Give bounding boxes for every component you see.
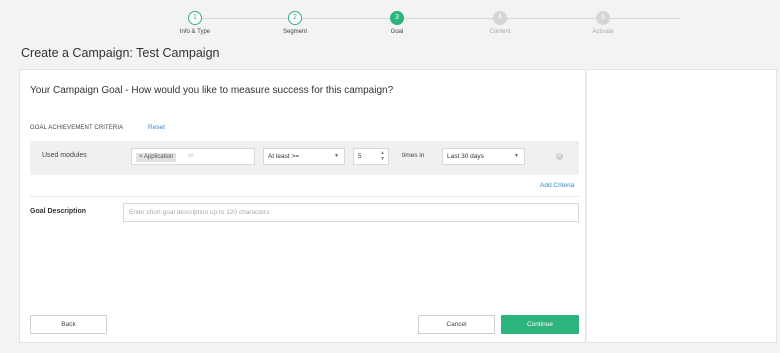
tag-or-text: or: [188, 153, 194, 159]
step-number: 3: [390, 11, 404, 25]
step-label: Goal: [390, 29, 404, 35]
cancel-button[interactable]: Cancel: [418, 315, 495, 334]
period-select[interactable]: Last 30 days ▼: [442, 148, 525, 165]
page-title: Create a Campaign: Test Campaign: [21, 46, 220, 60]
step-goal[interactable]: 3 Goal: [352, 11, 442, 35]
step-label: Content: [489, 29, 511, 35]
criteria-row: Used modules × Application or At least >…: [30, 141, 579, 175]
step-number: 2: [288, 11, 302, 25]
count-value: 5: [358, 153, 362, 160]
goal-description-label: Goal Description: [30, 208, 87, 215]
continue-button[interactable]: Continue: [501, 315, 579, 334]
operator-select[interactable]: At least >= ▼: [263, 148, 345, 165]
operator-value: At least >=: [268, 153, 300, 160]
criteria-label: Used modules: [42, 152, 87, 159]
step-segment[interactable]: 2 Segment: [250, 11, 340, 35]
back-button[interactable]: Back: [30, 315, 107, 334]
tag-label: Application: [143, 154, 174, 160]
module-tag: × Application: [136, 153, 177, 162]
step-label: Segment: [282, 29, 307, 35]
remove-criteria-icon[interactable]: ✕: [556, 153, 563, 160]
step-number: 5: [596, 11, 610, 25]
module-tag-input[interactable]: × Application or: [131, 148, 255, 165]
step-content[interactable]: 4 Content: [455, 11, 545, 35]
step-label: Info & Type: [179, 29, 211, 35]
progress-stepper: 1 Info & Type 2 Segment 3 Goal 4 Content…: [0, 0, 780, 44]
times-in-label: times in: [402, 152, 425, 159]
step-label: Activate: [592, 29, 614, 35]
count-stepper[interactable]: 5 ▲ ▼: [353, 148, 389, 165]
step-number: 4: [493, 11, 507, 25]
step-activate[interactable]: 5 Activate: [558, 11, 648, 35]
side-panel: [587, 69, 777, 343]
period-value: Last 30 days: [447, 153, 484, 160]
step-info-type[interactable]: 1 Info & Type: [150, 11, 240, 35]
spinner-arrows-icon[interactable]: ▲ ▼: [380, 150, 385, 162]
tag-remove-icon[interactable]: ×: [139, 154, 143, 160]
divider: [30, 196, 579, 197]
step-number: 1: [188, 11, 202, 25]
reset-link[interactable]: Reset: [148, 124, 165, 131]
criteria-heading: GOAL ACHIEVEMENT CRITERIA: [30, 125, 124, 131]
add-criteria-link[interactable]: Add Criteria: [540, 182, 574, 189]
goal-panel: Your Campaign Goal - How would you like …: [19, 69, 586, 343]
goal-question: Your Campaign Goal - How would you like …: [30, 85, 394, 96]
goal-description-input[interactable]: Enter short goal description up to 120 c…: [123, 203, 579, 222]
chevron-down-icon: ▼: [514, 153, 519, 159]
chevron-down-icon: ▼: [334, 153, 339, 159]
